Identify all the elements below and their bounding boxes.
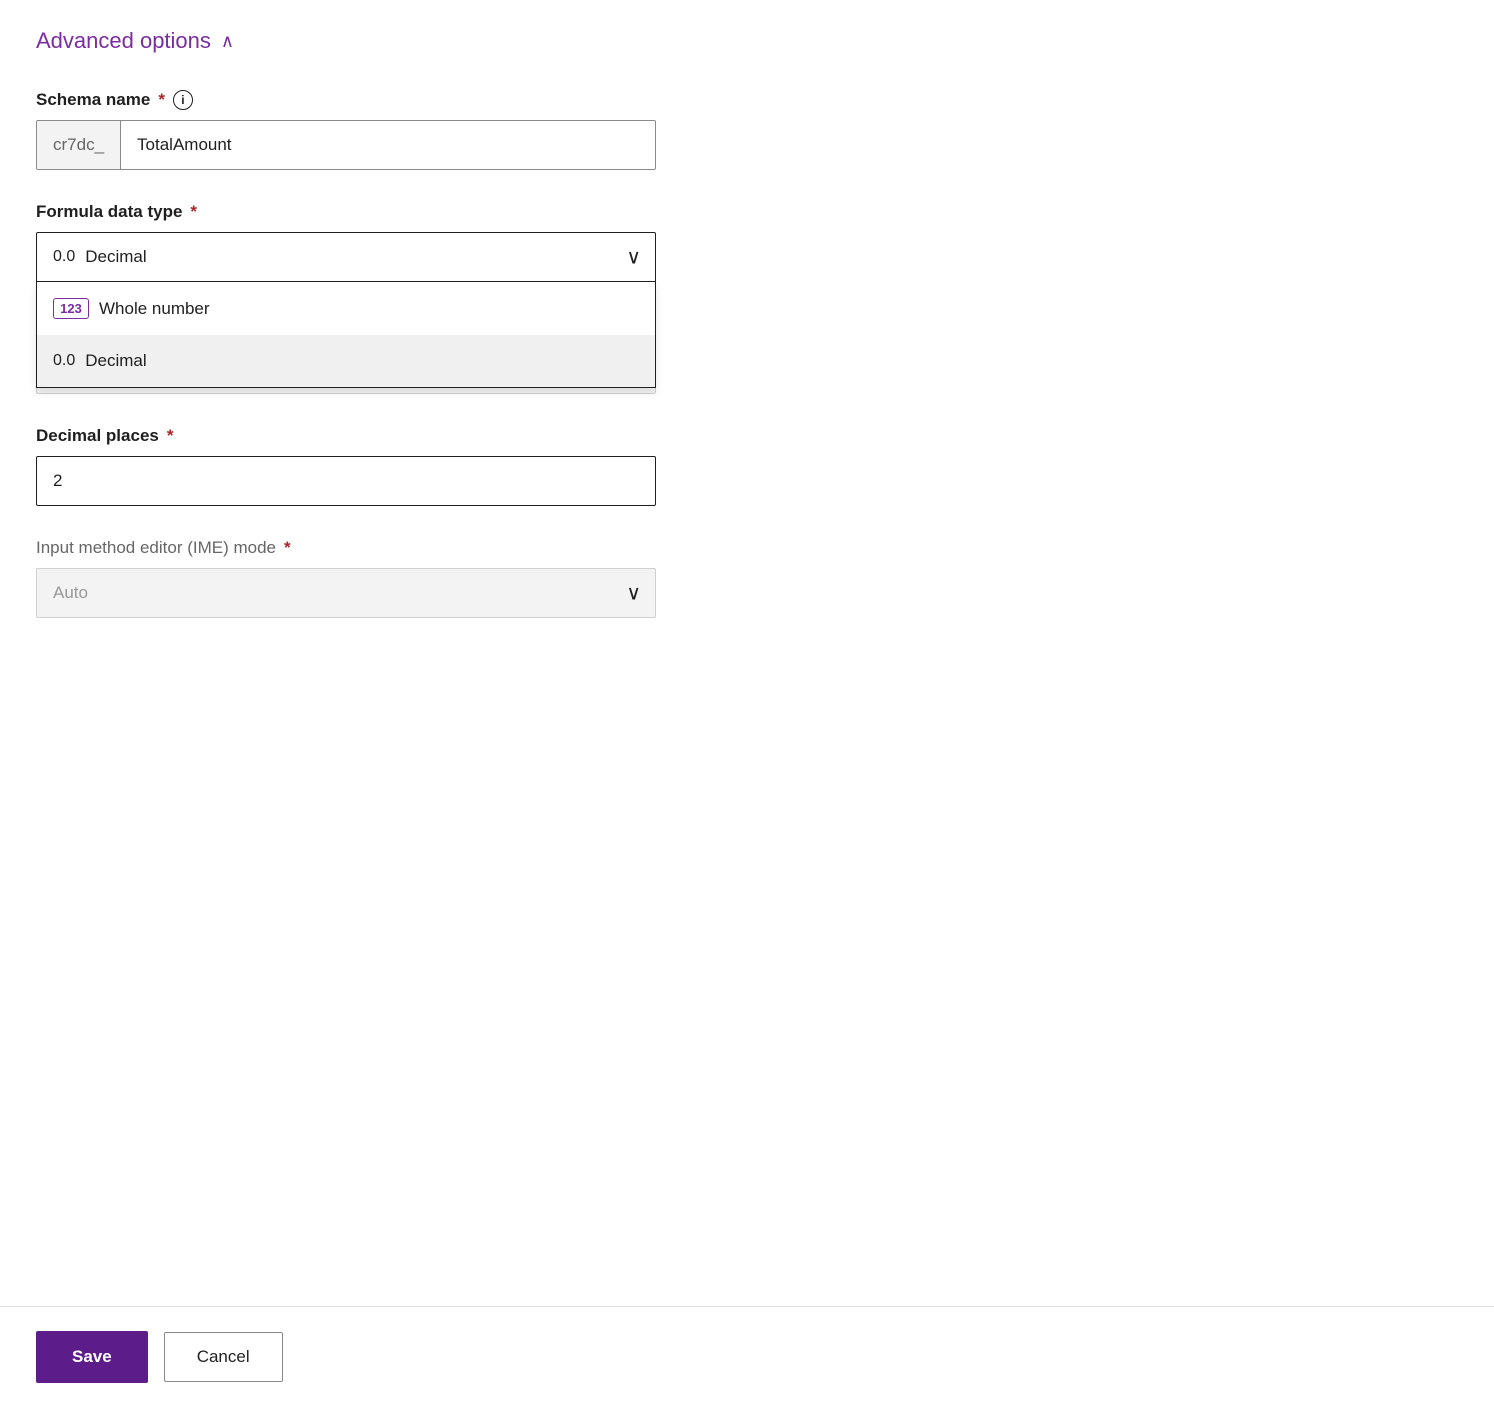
selected-value: Decimal [85, 247, 146, 267]
page-container: Advanced options ∧ Schema name * i cr7dc… [0, 0, 1494, 1407]
ime-mode-selected: Auto [53, 583, 88, 603]
ime-dropdown-chevron: ∨ [626, 581, 641, 606]
formula-data-type-display[interactable]: 0.0 Decimal ∨ [36, 232, 656, 282]
footer-bar: Save Cancel [0, 1306, 1494, 1407]
formula-dropdown-chevron: ∨ [626, 245, 641, 270]
formula-data-type-menu: 123 Whole number 0.0 Decimal [36, 282, 656, 388]
whole-number-label: Whole number [99, 299, 210, 319]
save-button[interactable]: Save [36, 1331, 148, 1383]
ime-mode-label: Input method editor (IME) mode * [36, 538, 656, 558]
decimal-places-label: Decimal places * [36, 426, 656, 446]
required-star-schema: * [158, 90, 165, 110]
decimal-places-group: Decimal places * [36, 426, 656, 506]
required-star-formula: * [190, 202, 197, 222]
schema-name-input[interactable] [121, 121, 655, 169]
required-star-ime: * [284, 538, 291, 558]
selected-decimal-icon: 0.0 [53, 248, 75, 266]
whole-number-icon: 123 [53, 298, 89, 319]
decimal-option-icon: 0.0 [53, 352, 75, 370]
required-star-decimal: * [167, 426, 174, 446]
advanced-options-title: Advanced options [36, 28, 211, 54]
ime-mode-dropdown: Auto ∨ [36, 568, 656, 618]
decimal-label: Decimal [85, 351, 146, 371]
formula-data-type-dropdown[interactable]: 0.0 Decimal ∨ 123 Whole number 0.0 Decim… [36, 232, 656, 282]
dropdown-item-decimal[interactable]: 0.0 Decimal [37, 335, 655, 387]
ime-mode-group: Input method editor (IME) mode * Auto ∨ [36, 538, 656, 618]
schema-name-label: Schema name * i [36, 90, 656, 110]
chevron-up-icon: ∧ [221, 32, 234, 50]
info-icon[interactable]: i [173, 90, 193, 110]
schema-input-wrapper: cr7dc_ [36, 120, 656, 170]
decimal-places-input[interactable] [36, 456, 656, 506]
form-section: Schema name * i cr7dc_ Formula data type… [36, 90, 656, 618]
schema-prefix: cr7dc_ [37, 121, 121, 169]
ime-mode-display: Auto ∨ [36, 568, 656, 618]
advanced-options-header[interactable]: Advanced options ∧ [36, 28, 1458, 54]
main-content: Advanced options ∧ Schema name * i cr7dc… [0, 0, 1494, 1306]
formula-data-type-label: Formula data type * [36, 202, 656, 222]
dropdown-item-whole-number[interactable]: 123 Whole number [37, 282, 655, 335]
formula-data-type-group: Formula data type * 0.0 Decimal ∨ 123 Wh… [36, 202, 656, 282]
schema-name-group: Schema name * i cr7dc_ [36, 90, 656, 170]
cancel-button[interactable]: Cancel [164, 1332, 283, 1382]
